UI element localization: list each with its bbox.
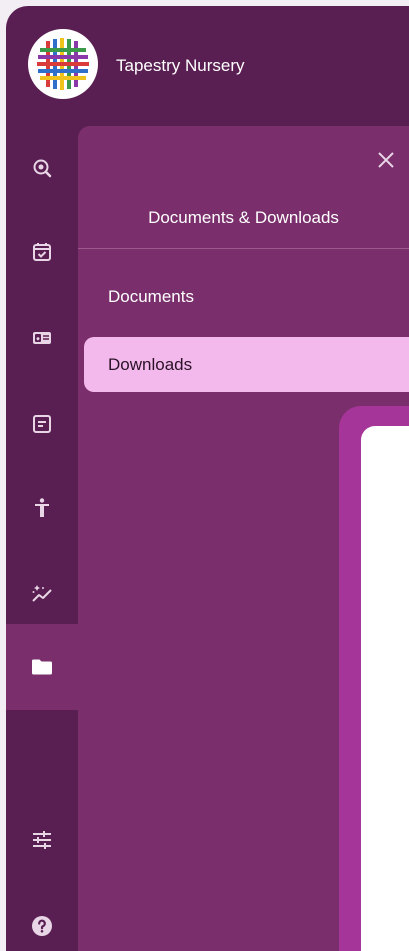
rail-item-children[interactable] (6, 488, 78, 528)
rail-item-reports[interactable] (6, 404, 78, 444)
panel-item-label: Downloads (108, 354, 193, 374)
rail-item-observations[interactable] (6, 148, 78, 188)
tapestry-logo[interactable] (28, 29, 98, 99)
close-panel-button[interactable] (368, 142, 404, 178)
panel-title: Documents & Downloads (148, 208, 339, 227)
help-icon (32, 916, 52, 936)
panel-item-label: Documents (108, 286, 194, 306)
content-area (361, 426, 409, 951)
sidebar-rail (6, 124, 78, 951)
panel-item-downloads[interactable]: Downloads (84, 337, 409, 392)
panel-divider (78, 248, 409, 249)
id-card-icon (33, 332, 51, 344)
calendar-check-icon (33, 243, 51, 261)
tapestry-logo-icon (35, 36, 91, 92)
folder-icon (32, 659, 52, 675)
sliders-icon (33, 831, 51, 849)
rail-item-planning[interactable] (6, 232, 78, 272)
rail-item-settings[interactable] (6, 820, 78, 860)
app-header: Tapestry Nursery (6, 6, 409, 124)
panel-item-documents[interactable]: Documents (84, 269, 409, 324)
sparkle-chart-icon (32, 585, 52, 602)
rail-item-documents[interactable] (6, 647, 78, 687)
accessibility-icon (35, 498, 49, 517)
app-title: Tapestry Nursery (116, 56, 245, 75)
rail-item-assessments[interactable] (6, 574, 78, 614)
document-icon (33, 415, 51, 433)
eye-search-icon (33, 159, 52, 178)
rail-item-profiles[interactable] (6, 318, 78, 358)
close-icon (378, 152, 394, 168)
rail-item-help[interactable] (6, 906, 78, 946)
